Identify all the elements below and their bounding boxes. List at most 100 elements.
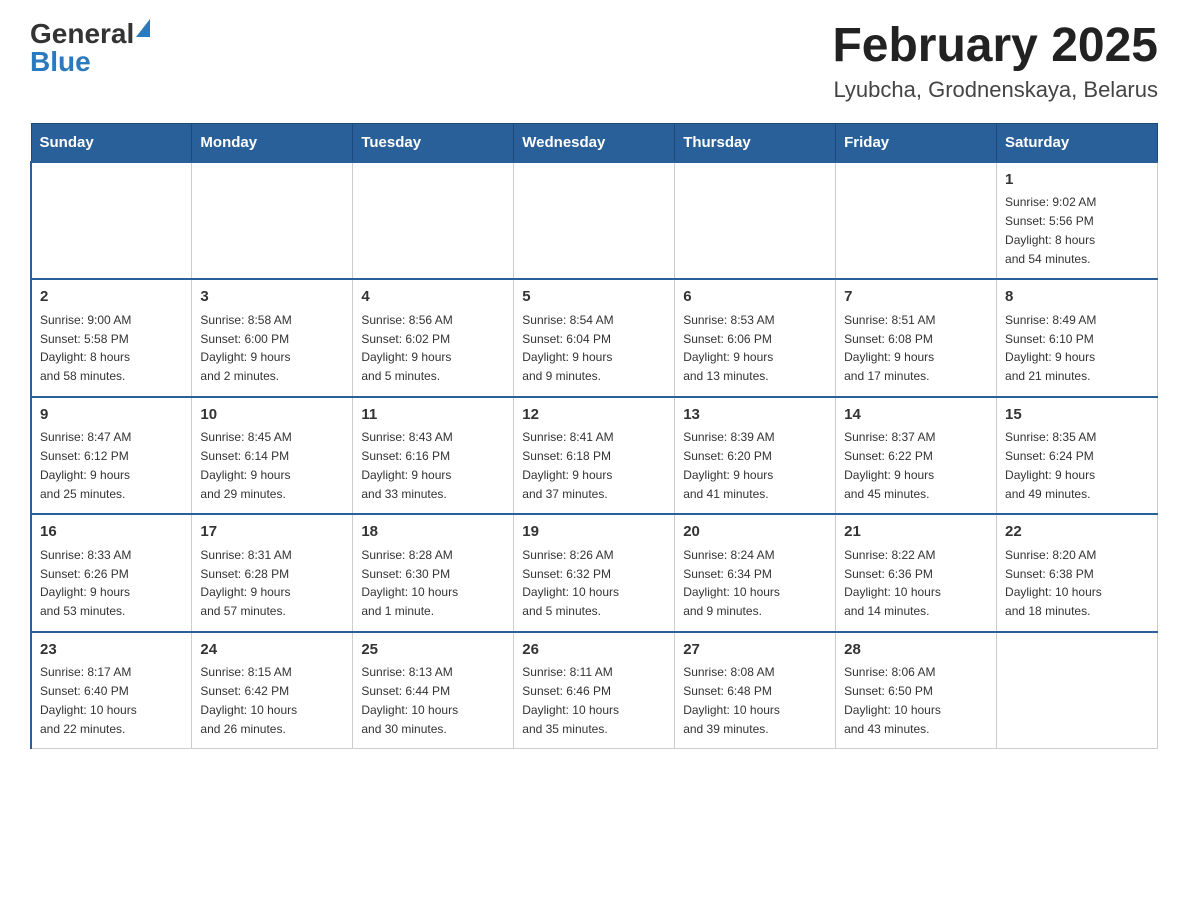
day-info: Sunrise: 8:37 AM Sunset: 6:22 PM Dayligh…: [844, 430, 935, 500]
calendar-cell: 18 Sunrise: 8:28 AM Sunset: 6:30 PM Dayli…: [353, 514, 514, 632]
day-number: 28: [844, 639, 988, 662]
day-number: 17: [200, 521, 344, 544]
day-number: 19: [522, 521, 666, 544]
day-number: 20: [683, 521, 827, 544]
calendar-cell: 25 Sunrise: 8:13 AM Sunset: 6:44 PM Dayli…: [353, 632, 514, 749]
day-info: Sunrise: 8:47 AM Sunset: 6:12 PM Dayligh…: [40, 430, 131, 500]
logo-general: General: [30, 20, 134, 48]
calendar-cell: 19 Sunrise: 8:26 AM Sunset: 6:32 PM Dayli…: [514, 514, 675, 632]
calendar-cell: [997, 632, 1158, 749]
day-info: Sunrise: 8:08 AM Sunset: 6:48 PM Dayligh…: [683, 665, 780, 735]
day-info: Sunrise: 8:51 AM Sunset: 6:08 PM Dayligh…: [844, 313, 935, 383]
calendar-cell: 11Sunrise: 8:43 AM Sunset: 6:16 PM Dayli…: [353, 397, 514, 515]
calendar-cell: [192, 162, 353, 280]
calendar-cell: 1Sunrise: 9:02 AM Sunset: 5:56 PM Daylig…: [997, 162, 1158, 280]
day-info: Sunrise: 8:56 AM Sunset: 6:02 PM Dayligh…: [361, 313, 452, 383]
day-info: Sunrise: 8:22 AM Sunset: 6:36 PM Dayligh…: [844, 548, 941, 618]
calendar-cell: 24 Sunrise: 8:15 AM Sunset: 6:42 PM Dayli…: [192, 632, 353, 749]
logo-arrow-icon: [136, 19, 150, 37]
calendar-week-0: 1Sunrise: 9:02 AM Sunset: 5:56 PM Daylig…: [31, 162, 1158, 280]
calendar-cell: 13Sunrise: 8:39 AM Sunset: 6:20 PM Dayli…: [675, 397, 836, 515]
calendar-table: SundayMondayTuesdayWednesdayThursdayFrid…: [30, 123, 1158, 750]
day-info: Sunrise: 8:35 AM Sunset: 6:24 PM Dayligh…: [1005, 430, 1096, 500]
calendar-cell: 10 Sunrise: 8:45 AM Sunset: 6:14 PM Dayli…: [192, 397, 353, 515]
day-info: Sunrise: 8:49 AM Sunset: 6:10 PM Dayligh…: [1005, 313, 1096, 383]
day-info: Sunrise: 8:20 AM Sunset: 6:38 PM Dayligh…: [1005, 548, 1102, 618]
day-info: Sunrise: 8:53 AM Sunset: 6:06 PM Dayligh…: [683, 313, 774, 383]
day-number: 21: [844, 521, 988, 544]
header-tuesday: Tuesday: [353, 123, 514, 162]
day-number: 7: [844, 286, 988, 309]
day-number: 27: [683, 639, 827, 662]
calendar-cell: 23Sunrise: 8:17 AM Sunset: 6:40 PM Dayli…: [31, 632, 192, 749]
header-saturday: Saturday: [997, 123, 1158, 162]
day-info: Sunrise: 8:06 AM Sunset: 6:50 PM Dayligh…: [844, 665, 941, 735]
calendar-week-2: 9 Sunrise: 8:47 AM Sunset: 6:12 PM Daylig…: [31, 397, 1158, 515]
title-block: February 2025 Lyubcha, Grodnenskaya, Bel…: [832, 20, 1158, 103]
day-number: 13: [683, 404, 827, 427]
day-number: 14: [844, 404, 988, 427]
day-info: Sunrise: 8:33 AM Sunset: 6:26 PM Dayligh…: [40, 548, 131, 618]
day-info: Sunrise: 8:45 AM Sunset: 6:14 PM Dayligh…: [200, 430, 291, 500]
calendar-cell: 4 Sunrise: 8:56 AM Sunset: 6:02 PM Daylig…: [353, 279, 514, 397]
calendar-week-3: 16 Sunrise: 8:33 AM Sunset: 6:26 PM Dayli…: [31, 514, 1158, 632]
calendar-cell: 7 Sunrise: 8:51 AM Sunset: 6:08 PM Daylig…: [836, 279, 997, 397]
day-info: Sunrise: 8:58 AM Sunset: 6:00 PM Dayligh…: [200, 313, 291, 383]
calendar-cell: 8 Sunrise: 8:49 AM Sunset: 6:10 PM Daylig…: [997, 279, 1158, 397]
day-number: 3: [200, 286, 344, 309]
calendar-cell: 20 Sunrise: 8:24 AM Sunset: 6:34 PM Dayli…: [675, 514, 836, 632]
header-monday: Monday: [192, 123, 353, 162]
day-number: 5: [522, 286, 666, 309]
calendar-cell: 9 Sunrise: 8:47 AM Sunset: 6:12 PM Daylig…: [31, 397, 192, 515]
calendar-cell: [836, 162, 997, 280]
calendar-cell: 5Sunrise: 8:54 AM Sunset: 6:04 PM Daylig…: [514, 279, 675, 397]
day-number: 18: [361, 521, 505, 544]
day-number: 2: [40, 286, 183, 309]
day-info: Sunrise: 8:13 AM Sunset: 6:44 PM Dayligh…: [361, 665, 458, 735]
month-title: February 2025: [832, 20, 1158, 73]
calendar-cell: 3 Sunrise: 8:58 AM Sunset: 6:00 PM Daylig…: [192, 279, 353, 397]
calendar-cell: [353, 162, 514, 280]
day-number: 1: [1005, 169, 1149, 192]
day-info: Sunrise: 8:41 AM Sunset: 6:18 PM Dayligh…: [522, 430, 613, 500]
day-info: Sunrise: 8:24 AM Sunset: 6:34 PM Dayligh…: [683, 548, 780, 618]
calendar-cell: [31, 162, 192, 280]
day-number: 8: [1005, 286, 1149, 309]
day-number: 24: [200, 639, 344, 662]
day-number: 10: [200, 404, 344, 427]
header-thursday: Thursday: [675, 123, 836, 162]
calendar-cell: 15 Sunrise: 8:35 AM Sunset: 6:24 PM Dayli…: [997, 397, 1158, 515]
day-number: 9: [40, 404, 183, 427]
logo-blue: Blue: [30, 48, 91, 76]
page-header: General Blue February 2025 Lyubcha, Grod…: [30, 20, 1158, 103]
day-info: Sunrise: 8:15 AM Sunset: 6:42 PM Dayligh…: [200, 665, 297, 735]
header-friday: Friday: [836, 123, 997, 162]
day-info: Sunrise: 8:31 AM Sunset: 6:28 PM Dayligh…: [200, 548, 291, 618]
day-info: Sunrise: 8:28 AM Sunset: 6:30 PM Dayligh…: [361, 548, 458, 618]
day-number: 25: [361, 639, 505, 662]
day-info: Sunrise: 8:11 AM Sunset: 6:46 PM Dayligh…: [522, 665, 619, 735]
day-number: 22: [1005, 521, 1149, 544]
day-number: 16: [40, 521, 183, 544]
calendar-week-4: 23Sunrise: 8:17 AM Sunset: 6:40 PM Dayli…: [31, 632, 1158, 749]
day-number: 12: [522, 404, 666, 427]
header-wednesday: Wednesday: [514, 123, 675, 162]
calendar-header-row: SundayMondayTuesdayWednesdayThursdayFrid…: [31, 123, 1158, 162]
day-info: Sunrise: 8:26 AM Sunset: 6:32 PM Dayligh…: [522, 548, 619, 618]
calendar-cell: 21 Sunrise: 8:22 AM Sunset: 6:36 PM Dayli…: [836, 514, 997, 632]
calendar-cell: 28 Sunrise: 8:06 AM Sunset: 6:50 PM Dayli…: [836, 632, 997, 749]
calendar-cell: 2Sunrise: 9:00 AM Sunset: 5:58 PM Daylig…: [31, 279, 192, 397]
header-sunday: Sunday: [31, 123, 192, 162]
day-info: Sunrise: 8:43 AM Sunset: 6:16 PM Dayligh…: [361, 430, 452, 500]
calendar-cell: 22 Sunrise: 8:20 AM Sunset: 6:38 PM Dayli…: [997, 514, 1158, 632]
logo: General Blue: [30, 20, 150, 76]
location-title: Lyubcha, Grodnenskaya, Belarus: [832, 77, 1158, 103]
day-number: 26: [522, 639, 666, 662]
day-number: 4: [361, 286, 505, 309]
calendar-cell: [675, 162, 836, 280]
day-number: 15: [1005, 404, 1149, 427]
calendar-cell: 16 Sunrise: 8:33 AM Sunset: 6:26 PM Dayli…: [31, 514, 192, 632]
calendar-cell: 26 Sunrise: 8:11 AM Sunset: 6:46 PM Dayli…: [514, 632, 675, 749]
calendar-cell: 6Sunrise: 8:53 AM Sunset: 6:06 PM Daylig…: [675, 279, 836, 397]
calendar-cell: [514, 162, 675, 280]
